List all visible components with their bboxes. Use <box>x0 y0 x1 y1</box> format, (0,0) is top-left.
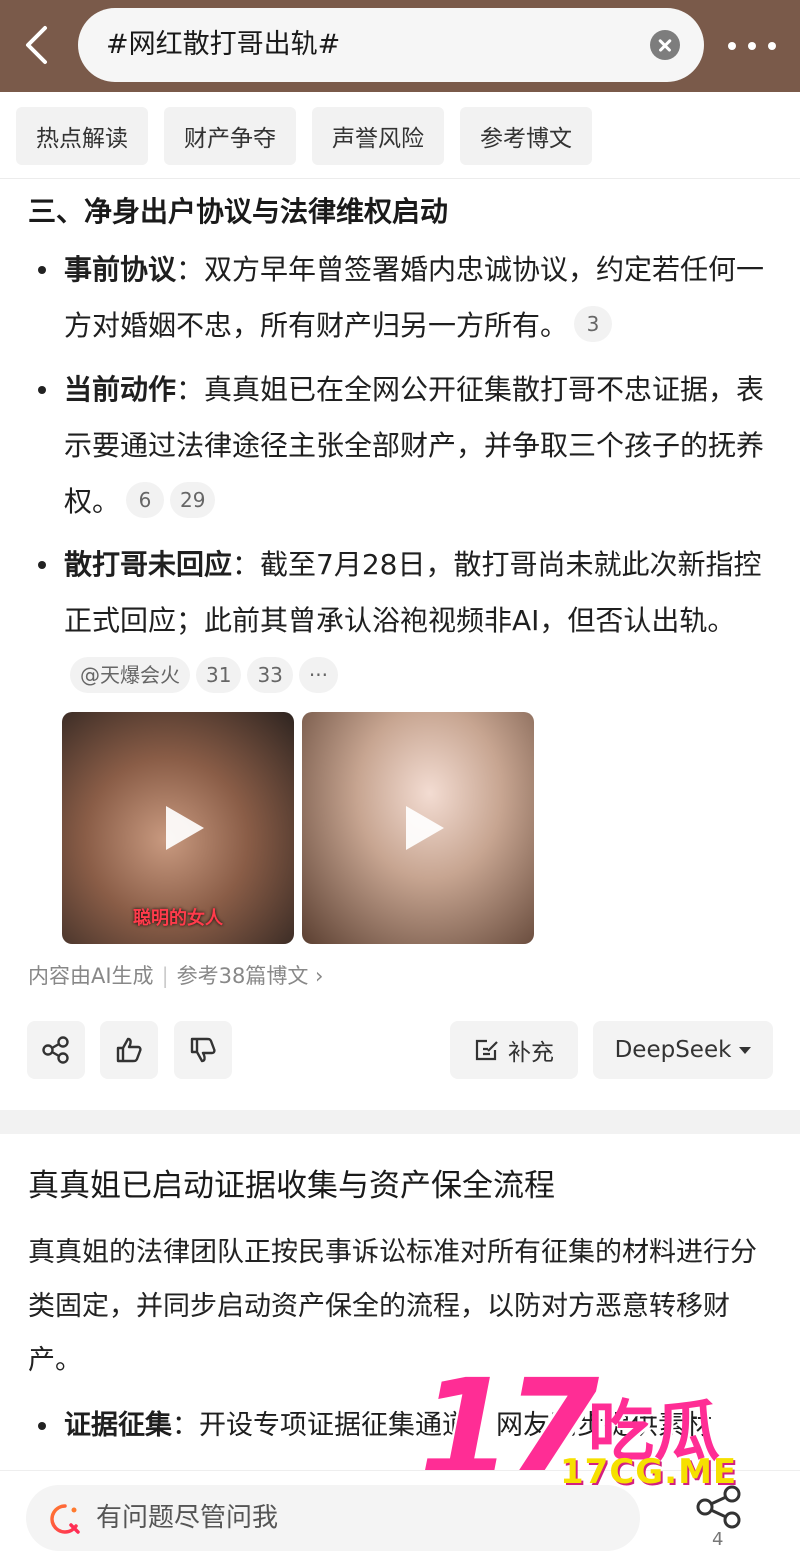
bullet-dot <box>38 561 46 569</box>
model-selector[interactable]: DeepSeek <box>593 1021 773 1079</box>
section-heading: 三、净身出户协议与法律维权启动 <box>28 195 449 228</box>
list-item: 当前动作：真真姐已在全网公开征集散打哥不忠证据，表示要通过法律途径主张全部财产，… <box>28 362 778 530</box>
video-caption: 聪明的女人 <box>133 908 223 929</box>
play-icon <box>166 806 204 850</box>
video-thumbnail[interactable] <box>302 712 534 944</box>
citation-badge[interactable]: 31 <box>196 657 242 693</box>
tab-reputation-risk[interactable]: 声誉风险 <box>312 107 444 165</box>
thumbs-up-icon <box>116 1037 142 1063</box>
dislike-button[interactable] <box>174 1021 232 1079</box>
divider <box>0 178 800 179</box>
share-button[interactable] <box>27 1021 85 1079</box>
search-input[interactable]: #网红散打哥出轨# <box>78 8 704 82</box>
tab-reference-posts[interactable]: 参考博文 <box>460 107 592 165</box>
section-separator <box>0 1110 800 1134</box>
ai-search-icon <box>50 1504 80 1534</box>
top-bar: #网红散打哥出轨# <box>0 0 800 92</box>
model-label: DeepSeek <box>614 1037 732 1063</box>
bullet-title: 证据征集 <box>64 1410 172 1441</box>
play-icon <box>406 806 444 850</box>
like-button[interactable] <box>100 1021 158 1079</box>
citation-badge[interactable]: 6 <box>126 482 165 518</box>
tab-property-dispute[interactable]: 财产争夺 <box>164 107 296 165</box>
supplement-button[interactable]: 补充 <box>450 1021 578 1079</box>
tab-hot-analysis[interactable]: 热点解读 <box>16 107 148 165</box>
reference-posts-link[interactable]: 参考38篇博文 › <box>177 964 324 988</box>
bullet-title: 当前动作 <box>64 373 177 406</box>
thumbs-down-icon <box>190 1037 216 1063</box>
list-item: 散打哥未回应：截至7月28日，散打哥尚未就此次新指控正式回应；此前其曾承认浴袍视… <box>28 537 778 705</box>
bullet-title: 散打哥未回应 <box>64 548 233 581</box>
share-button[interactable] <box>694 1485 746 1533</box>
clear-icon[interactable] <box>650 30 680 60</box>
ask-input[interactable]: 有问题尽管问我 <box>26 1485 640 1551</box>
supplement-label: 补充 <box>508 1040 554 1066</box>
share-count: 4 <box>712 1529 724 1550</box>
bullet-dot <box>38 1422 46 1430</box>
search-query: #网红散打哥出轨# <box>106 29 341 60</box>
bullet-dot <box>38 266 46 274</box>
more-options-icon[interactable] <box>728 26 776 66</box>
citation-badge[interactable]: 29 <box>170 482 216 518</box>
card-title: 真真姐已启动证据收集与资产保全流程 <box>28 1168 555 1204</box>
bullet-dot <box>38 386 46 394</box>
chevron-left-icon <box>26 26 47 64</box>
more-citations-button[interactable]: ··· <box>298 657 338 693</box>
ai-generated-note: 内容由AI生成 | 参考38篇博文 › <box>28 964 324 988</box>
citation-badge[interactable]: 33 <box>247 657 293 693</box>
tab-bar: 热点解读 财产争夺 声誉风险 参考博文 <box>16 107 592 165</box>
share-icon <box>42 1036 69 1064</box>
edit-icon <box>475 1039 498 1061</box>
bullet-title: 事前协议 <box>64 253 177 286</box>
citation-badge[interactable]: 3 <box>574 306 613 342</box>
caret-down-icon <box>739 1046 752 1054</box>
watermark-url: 17CG.ME <box>560 1452 738 1492</box>
list-item: 事前协议：双方早年曾签署婚内忠诚协议，约定若任何一方对婚姻不忠，所有财产归另一方… <box>28 242 778 354</box>
back-button[interactable] <box>14 20 58 70</box>
ask-placeholder: 有问题尽管问我 <box>96 1503 279 1533</box>
source-badge[interactable]: @天爆会火 <box>70 657 190 693</box>
card-paragraph: 真真姐的法律团队正按民事诉讼标准对所有征集的材料进行分类固定，并同步启动资产保全… <box>28 1237 757 1376</box>
video-thumbnail[interactable]: 聪明的女人 <box>62 712 294 944</box>
ai-generated-label: 内容由AI生成 <box>28 964 154 988</box>
